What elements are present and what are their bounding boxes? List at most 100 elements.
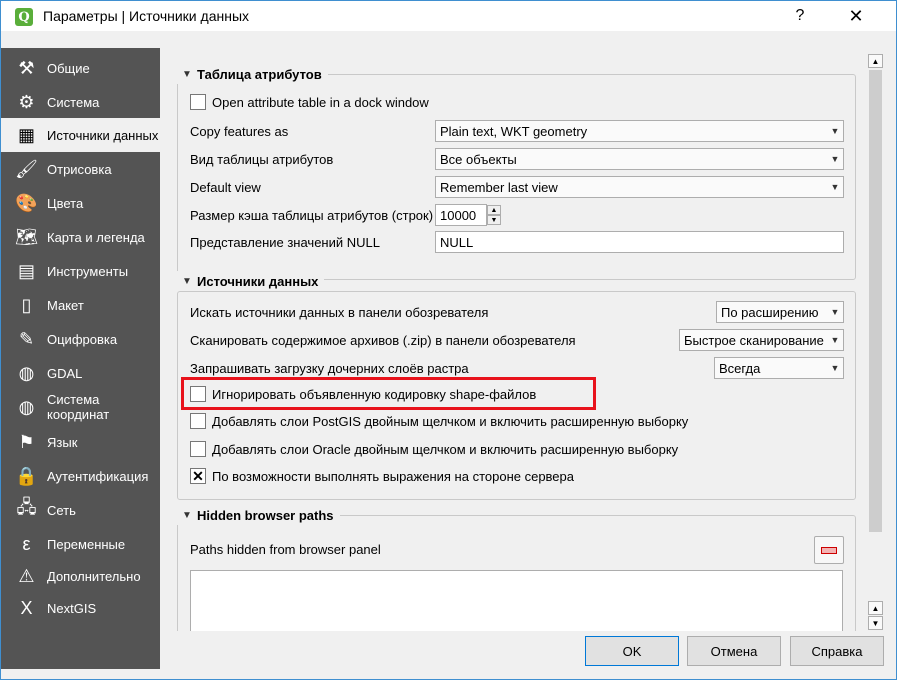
null-repr-label: Представление значений NULL (190, 235, 380, 250)
postgis-checkbox[interactable] (190, 413, 206, 429)
cache-size-label: Размер кэша таблицы атрибутов (строк) (190, 208, 434, 223)
chevron-down-icon: ▼ (830, 363, 840, 373)
sidebar-item-label: Система координат (47, 392, 110, 422)
hidden-paths-list[interactable] (190, 570, 843, 631)
attribute-table-group-header[interactable]: ▼ Таблица атрибутов (177, 64, 328, 84)
server-side-label: По возможности выполнять выражения на ст… (212, 468, 575, 484)
epsilon-icon: ε (22, 533, 31, 554)
hidden-paths-label: Paths hidden from browser panel (190, 542, 381, 557)
attribute-table-group-title: Таблица атрибутов (197, 66, 322, 82)
oracle-checkbox-row[interactable]: Добавлять слои Oracle двойным щелчком и … (190, 441, 678, 457)
copy-features-label: Copy features as (190, 124, 289, 139)
sidebar-item-label: GDAL (47, 365, 83, 381)
child-layers-combo[interactable]: Всегда ▼ (714, 357, 844, 379)
digitize-icon: ✎ (18, 328, 35, 349)
sidebar-item[interactable]: 🔒 Аутентификация (1, 459, 160, 493)
help-button[interactable]: Справка (790, 636, 884, 666)
copy-features-combo[interactable]: Plain text, WKT geometry ▼ (435, 120, 844, 142)
scan-zip-value: Быстрое сканирование (684, 332, 824, 348)
sidebar-item[interactable]: 🖧 Сеть (1, 493, 160, 527)
qgis-logo-icon: Q (15, 8, 33, 26)
default-view-combo[interactable]: Remember last view ▼ (435, 176, 844, 198)
collapse-triangle-icon: ▼ (182, 509, 192, 521)
sidebar-item[interactable]: ✎ Оцифровка (1, 322, 160, 356)
sidebar-item[interactable]: ⚠ Дополнительно (1, 559, 160, 593)
scroll-up-icon[interactable]: ▲ (868, 601, 883, 615)
sidebar-item-label: Макет (47, 297, 84, 313)
sidebar-item[interactable]: ◍ GDAL (1, 356, 160, 390)
null-repr-value: NULL (440, 234, 474, 250)
brush-icon: 🖌 (15, 158, 38, 179)
hidden-paths-group-header[interactable]: ▼ Hidden browser paths (177, 505, 340, 525)
collapse-triangle-icon: ▼ (182, 68, 192, 80)
dock-window-checkbox-row[interactable]: Open attribute table in a dock window (190, 94, 429, 110)
sidebar-item-label: Цвета (47, 195, 84, 211)
tools-icon: ⚒ (18, 57, 35, 78)
sidebar-item[interactable]: ▦ Источники данных (1, 118, 160, 152)
window-title: Параметры | Источники данных (43, 8, 250, 24)
sidebar-item-label: Сеть (47, 502, 76, 518)
table-view-label: Вид таблицы атрибутов (190, 152, 334, 167)
sidebar-item[interactable]: ⚙ Система (1, 85, 160, 119)
scan-items-combo[interactable]: По расширению ▼ (716, 301, 844, 323)
globe-icon: ◍ (18, 362, 35, 383)
postgis-checkbox-row[interactable]: Добавлять слои PostGIS двойным щелчком и… (190, 413, 688, 429)
palette-icon: 🎨 (15, 192, 38, 213)
chevron-down-icon: ▼ (830, 126, 840, 136)
sidebar-item[interactable]: ⚑ Язык (1, 425, 160, 459)
sidebar-item-label: Инструменты (47, 263, 129, 279)
warning-icon: ⚠ (18, 565, 35, 586)
scroll-down-icon[interactable]: ▼ (868, 616, 883, 630)
sidebar-item-label: Переменные (47, 536, 126, 552)
cache-size-stepper[interactable]: ▲ ▼ (487, 205, 501, 225)
oracle-checkbox[interactable] (190, 441, 206, 457)
stepper-up-icon[interactable]: ▲ (487, 205, 501, 215)
cache-size-input[interactable]: 10000 (435, 204, 487, 226)
ok-button[interactable]: OK (585, 636, 679, 666)
sidebar-item[interactable]: X NextGIS (1, 591, 160, 625)
dock-window-checkbox[interactable] (190, 94, 206, 110)
cancel-button[interactable]: Отмена (687, 636, 781, 666)
data-sources-group-title: Источники данных (197, 273, 319, 289)
stepper-down-icon[interactable]: ▼ (487, 215, 501, 225)
sidebar-item[interactable]: 🗺 Карта и легенда (1, 220, 160, 254)
help-title-button[interactable]: ? (777, 1, 823, 31)
server-side-checkbox-row[interactable]: ✕ По возможности выполнять выражения на … (190, 468, 574, 484)
hidden-paths-group-title: Hidden browser paths (197, 507, 334, 523)
sidebar-item-label: Язык (47, 434, 78, 450)
sidebar-item-label: Общие (47, 60, 90, 76)
null-repr-input[interactable]: NULL (435, 231, 844, 253)
sidebar-item[interactable]: 🖌 Отрисовка (1, 152, 160, 186)
data-sources-group-header[interactable]: ▼ Источники данных (177, 271, 325, 291)
sidebar-item[interactable]: 🎨 Цвета (1, 186, 160, 220)
sidebar-item[interactable]: ε Переменные (1, 527, 160, 561)
table-icon: ▦ (17, 124, 35, 145)
red-highlight-box (181, 377, 596, 410)
cache-size-value: 10000 (440, 207, 477, 223)
server-side-checkbox[interactable]: ✕ (190, 468, 206, 484)
close-button[interactable]: ✕ (833, 1, 879, 31)
oracle-label: Добавлять слои Oracle двойным щелчком и … (212, 441, 679, 457)
flags-icon: ⚑ (18, 431, 35, 452)
remove-path-button[interactable] (814, 536, 844, 564)
scroll-up-icon[interactable]: ▲ (868, 54, 883, 68)
sidebar-item[interactable]: ▤ Инструменты (1, 254, 160, 288)
sidebar-item[interactable]: ▯ Макет (1, 288, 160, 322)
sidebar-item[interactable]: ⚒ Общие (1, 51, 160, 85)
scan-zip-combo[interactable]: Быстрое сканирование ▼ (679, 329, 844, 351)
default-view-value: Remember last view (440, 179, 558, 195)
vertical-scrollbar[interactable]: ▲ ▲ ▼ (867, 48, 884, 631)
scan-items-value: По расширению (721, 304, 819, 320)
sidebar: ⚒ Общие ⚙ Система ▦ Источники данных 🖌 Отрисовк… (1, 48, 160, 669)
scrollbar-thumb[interactable] (869, 70, 882, 532)
gears-icon: ⚙ (18, 91, 35, 112)
scan-items-label: Искать источники данных в панели обозрев… (190, 305, 489, 320)
preferences-dialog: Q Параметры | Источники данных ? ✕ ⚒ Общи… (0, 0, 897, 680)
sidebar-item-label: NextGIS (47, 600, 97, 616)
chevron-down-icon: ▼ (830, 154, 840, 164)
table-view-combo[interactable]: Все объекты ▼ (435, 148, 844, 170)
sidebar-item-label: Система (47, 94, 100, 110)
default-view-label: Default view (190, 180, 261, 195)
sidebar-item[interactable]: ◍ Система координат (1, 390, 160, 424)
map-icon: 🗺 (15, 226, 38, 247)
